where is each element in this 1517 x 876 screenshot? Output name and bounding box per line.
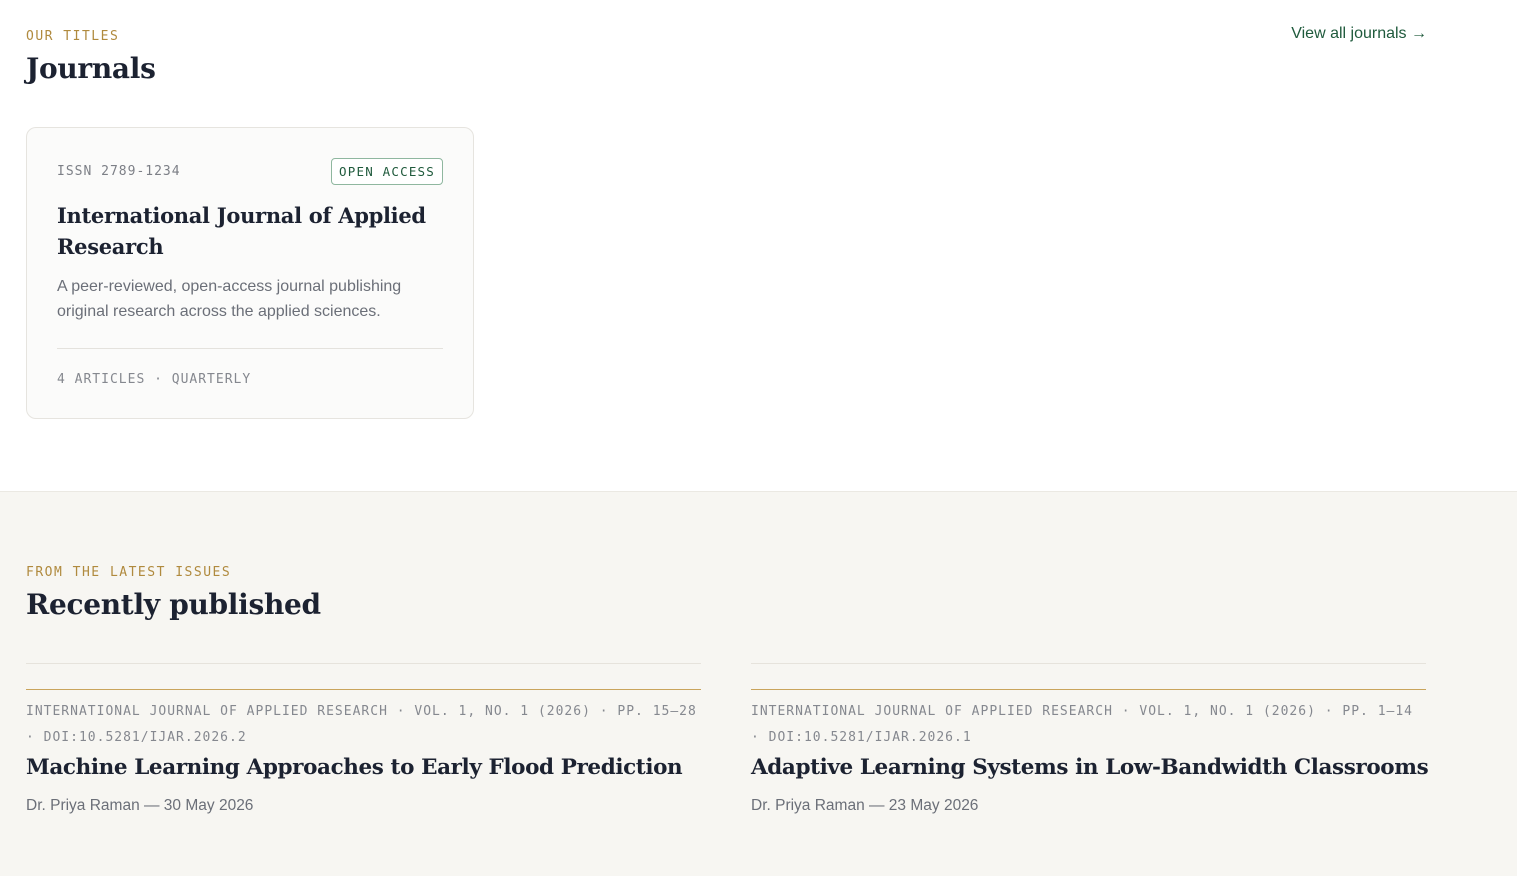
article-meta: INTERNATIONAL JOURNAL OF APPLIED RESEARC… bbox=[26, 704, 697, 745]
card-divider bbox=[57, 348, 443, 349]
recent-eyebrow: FROM THE LATEST ISSUES bbox=[26, 565, 232, 580]
journal-title[interactable]: International Journal of Applied Researc… bbox=[57, 200, 437, 262]
article-byline: Dr. Priya Raman — 23 May 2026 bbox=[751, 797, 979, 814]
recent-heading: Recently published bbox=[26, 588, 321, 621]
article-title[interactable]: Machine Learning Approaches to Early Flo… bbox=[26, 755, 683, 780]
article-title[interactable]: Adaptive Learning Systems in Low-Bandwid… bbox=[751, 755, 1429, 780]
article-accent-rule bbox=[751, 689, 1426, 690]
recently-published-section: FROM THE LATEST ISSUES Recently publishe… bbox=[0, 491, 1517, 876]
article-card[interactable]: INTERNATIONAL JOURNAL OF APPLIED RESEARC… bbox=[26, 663, 701, 814]
journals-heading: Journals bbox=[26, 52, 156, 85]
article-byline: Dr. Priya Raman — 30 May 2026 bbox=[26, 797, 254, 814]
journal-meta: 4 ARTICLES · QUARTERLY bbox=[57, 372, 252, 387]
open-access-badge: OPEN ACCESS bbox=[331, 158, 443, 185]
journals-eyebrow: OUR TITLES bbox=[26, 29, 120, 44]
journal-description: A peer-reviewed, open-access journal pub… bbox=[57, 278, 402, 320]
journals-section: OUR TITLES Journals View all journals → … bbox=[0, 0, 1517, 491]
article-card[interactable]: INTERNATIONAL JOURNAL OF APPLIED RESEARC… bbox=[751, 663, 1429, 814]
article-meta: INTERNATIONAL JOURNAL OF APPLIED RESEARC… bbox=[751, 704, 1413, 745]
journal-issn: ISSN 2789-1234 bbox=[57, 164, 181, 179]
article-accent-rule bbox=[26, 689, 701, 690]
journal-card[interactable]: ISSN 2789-1234 OPEN ACCESS International… bbox=[26, 127, 474, 419]
view-all-journals-link[interactable]: View all journals → bbox=[1291, 25, 1427, 43]
